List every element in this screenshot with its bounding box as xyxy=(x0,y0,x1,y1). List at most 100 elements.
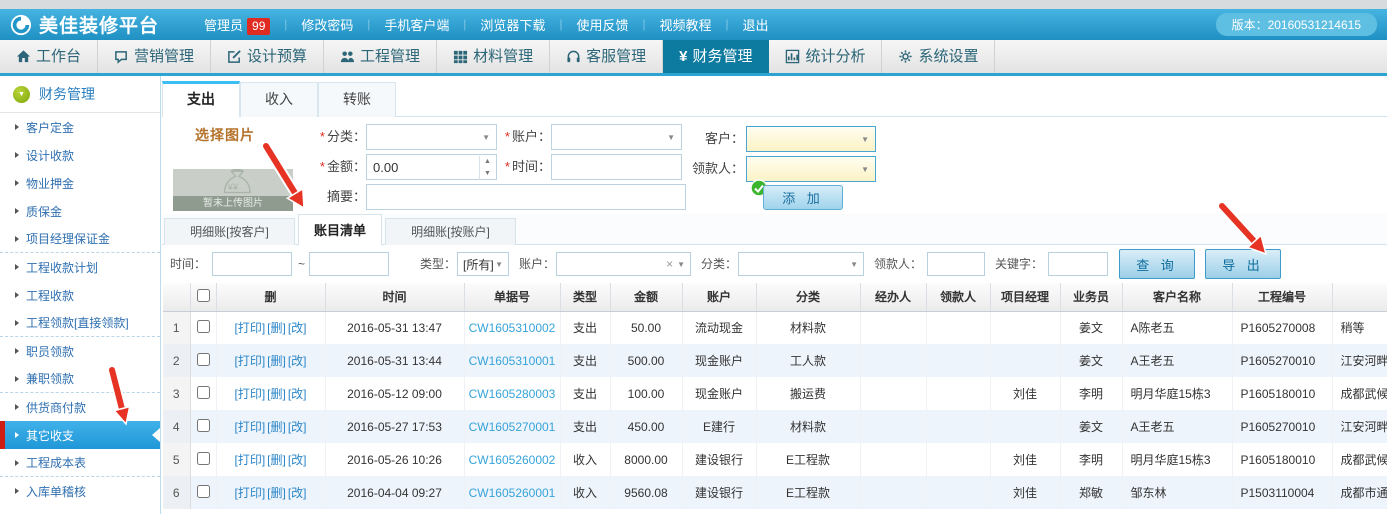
delete-link[interactable]: [删] xyxy=(267,420,286,434)
table-header-单据号: 单据号 xyxy=(464,283,560,311)
table-header-时间: 时间 xyxy=(325,283,464,311)
doc-no-link[interactable]: CW1605260001 xyxy=(469,486,556,500)
delete-link[interactable]: [删] xyxy=(267,486,286,500)
export-button[interactable]: 导 出 xyxy=(1205,249,1281,279)
edit-link[interactable]: [改] xyxy=(288,453,307,467)
select-all-checkbox[interactable] xyxy=(197,289,210,302)
menu-separator: ｜ xyxy=(721,17,732,33)
doc-no-link[interactable]: CW1605310002 xyxy=(469,321,556,335)
account-select[interactable]: ▼ xyxy=(551,124,682,150)
print-link[interactable]: [打印] xyxy=(234,486,265,500)
entry-tab-支出[interactable]: 支出 xyxy=(162,81,240,117)
table-header-工程地址: 工程地址 xyxy=(1332,283,1387,311)
nav-item-设计预算[interactable]: 设计预算 xyxy=(211,40,324,73)
header-menu-item-使用反馈[interactable]: 使用反馈 xyxy=(576,15,628,34)
delete-link[interactable]: [删] xyxy=(267,453,286,467)
row-checkbox[interactable] xyxy=(197,452,210,465)
sidebar-item-工程收款计划[interactable]: 工程收款计划 xyxy=(0,253,160,281)
notification-badge[interactable]: 99 xyxy=(247,18,270,35)
row-checkbox[interactable] xyxy=(197,386,210,399)
header-menu-item-浏览器下载[interactable]: 浏览器下载 xyxy=(480,15,545,34)
keyword-input[interactable] xyxy=(1049,253,1107,275)
sidebar-item-客户定金[interactable]: 客户定金 xyxy=(0,113,160,141)
image-upload-box[interactable]: ¥¥ 暂未上传图片 xyxy=(173,169,293,211)
header-menu-item-退出[interactable]: 退出 xyxy=(742,15,768,34)
nav-item-客服管理[interactable]: 客服管理 xyxy=(550,40,663,73)
account-filter-select[interactable]: ×▼ xyxy=(556,252,691,276)
delete-link[interactable]: [删] xyxy=(267,354,286,368)
nav-item-label: 工程管理 xyxy=(360,40,420,73)
doc-no-link[interactable]: CW1605260002 xyxy=(469,453,556,467)
sidebar-item-工程领款[直接领款][interactable]: 工程领款[直接领款] xyxy=(0,309,160,337)
sidebar-item-label: 物业押金 xyxy=(26,175,74,192)
sidebar-header[interactable]: ▼ 财务管理 xyxy=(0,76,160,113)
print-link[interactable]: [打印] xyxy=(234,321,265,335)
delete-link[interactable]: [删] xyxy=(267,321,286,335)
row-checkbox[interactable] xyxy=(197,353,210,366)
nav-item-营销管理[interactable]: 营销管理 xyxy=(98,40,211,73)
sidebar-item-入库单稽核[interactable]: 入库单稽核 xyxy=(0,477,160,505)
category-select[interactable]: ▼ xyxy=(366,124,497,150)
user-link[interactable]: 管理员99 xyxy=(204,15,270,35)
print-link[interactable]: [打印] xyxy=(234,387,265,401)
list-tab-明细账[按账户][interactable]: 明细账[按账户] xyxy=(385,218,516,245)
cell-salesman: 郑敏 xyxy=(1060,476,1122,509)
clear-icon[interactable]: × xyxy=(666,257,673,271)
edit-link[interactable]: [改] xyxy=(288,486,307,500)
sidebar-item-设计收款[interactable]: 设计收款 xyxy=(0,141,160,169)
customer-select[interactable]: ▼ xyxy=(746,126,876,152)
summary-input[interactable] xyxy=(367,185,685,209)
header-menu-item-视频教程[interactable]: 视频教程 xyxy=(659,15,711,34)
sidebar-item-工程收款[interactable]: 工程收款 xyxy=(0,281,160,309)
header-menu-item-手机客户端[interactable]: 手机客户端 xyxy=(384,15,449,34)
row-checkbox[interactable] xyxy=(197,485,210,498)
nav-item-系统设置[interactable]: 系统设置 xyxy=(882,40,995,73)
search-button[interactable]: 查 询 xyxy=(1119,249,1195,279)
collapse-circle-icon[interactable]: ▼ xyxy=(13,86,30,103)
payee-filter-input[interactable] xyxy=(928,253,984,275)
sidebar-item-项目经理保证金[interactable]: 项目经理保证金 xyxy=(0,225,160,253)
choose-image-label[interactable]: 选择图片 xyxy=(195,125,255,145)
print-link[interactable]: [打印] xyxy=(234,453,265,467)
entry-tab-转账[interactable]: 转账 xyxy=(318,82,396,117)
list-tab-账目清单[interactable]: 账目清单 xyxy=(298,214,382,245)
edit-link[interactable]: [改] xyxy=(288,354,307,368)
ledger-table-wrap: 删时间单据号类型金额账户分类经办人领款人项目经理业务员客户名称工程编号工程地址 … xyxy=(163,283,1387,514)
triangle-right-icon xyxy=(15,292,19,298)
category-filter-select[interactable]: ▼ xyxy=(738,252,864,276)
nav-item-统计分析[interactable]: 统计分析 xyxy=(769,40,882,73)
edit-link[interactable]: [改] xyxy=(288,321,307,335)
sidebar-item-其它收支[interactable]: 其它收支 xyxy=(0,421,160,449)
time-to-input[interactable] xyxy=(310,253,388,275)
time-from-input[interactable] xyxy=(213,253,291,275)
print-link[interactable]: [打印] xyxy=(234,354,265,368)
nav-item-财务管理[interactable]: ¥财务管理 xyxy=(663,40,769,73)
type-select[interactable]: [所有]▼ xyxy=(457,252,509,276)
edit-link[interactable]: [改] xyxy=(288,420,307,434)
doc-no-link[interactable]: CW1605310001 xyxy=(469,354,556,368)
print-link[interactable]: [打印] xyxy=(234,420,265,434)
row-checkbox[interactable] xyxy=(197,320,210,333)
sidebar-item-质保金[interactable]: 质保金 xyxy=(0,197,160,225)
nav-item-工程管理[interactable]: 工程管理 xyxy=(324,40,437,73)
entry-form: 选择图片 ¥¥ 暂未上传图片 *分类： ▼ *账户： ▼ 客户： ▼ *金额： … xyxy=(162,117,1387,214)
edit-link[interactable]: [改] xyxy=(288,387,307,401)
sidebar-item-职员领款[interactable]: 职员领款 xyxy=(0,337,160,365)
amount-input[interactable] xyxy=(367,155,496,179)
sidebar-item-兼职领款[interactable]: 兼职领款 xyxy=(0,365,160,393)
sidebar-item-工程成本表[interactable]: 工程成本表 xyxy=(0,449,160,477)
entry-tab-收入[interactable]: 收入 xyxy=(240,82,318,117)
time-input[interactable] xyxy=(552,155,681,179)
add-button[interactable]: 添 加 xyxy=(763,185,843,210)
sidebar-item-供货商付款[interactable]: 供货商付款 xyxy=(0,393,160,421)
doc-no-link[interactable]: CW1605280003 xyxy=(469,387,556,401)
doc-no-link[interactable]: CW1605270001 xyxy=(469,420,556,434)
header-menu-item-修改密码[interactable]: 修改密码 xyxy=(301,15,353,34)
sidebar-item-物业押金[interactable]: 物业押金 xyxy=(0,169,160,197)
triangle-right-icon xyxy=(15,320,19,326)
delete-link[interactable]: [删] xyxy=(267,387,286,401)
nav-item-工作台[interactable]: 工作台 xyxy=(0,40,98,73)
nav-item-材料管理[interactable]: 材料管理 xyxy=(437,40,550,73)
row-checkbox[interactable] xyxy=(197,419,210,432)
list-tab-明细账[按客户][interactable]: 明细账[按客户] xyxy=(164,218,295,245)
